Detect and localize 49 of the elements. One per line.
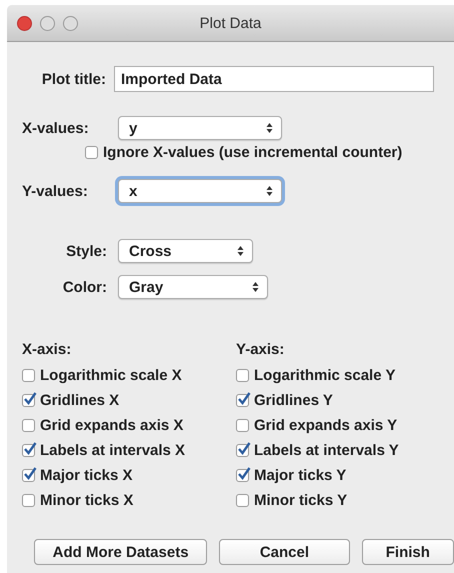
checkbox[interactable] bbox=[22, 419, 35, 432]
stepper-arrows-icon bbox=[237, 245, 244, 257]
checkbox-label: Minor ticks Y bbox=[254, 492, 348, 509]
field-label: Style: bbox=[65, 242, 107, 260]
checkbox-label: Gridlines X bbox=[40, 392, 120, 409]
stepper-arrows-icon bbox=[252, 281, 259, 293]
stepper-arrows-icon bbox=[266, 122, 273, 134]
dropdown[interactable]: x bbox=[118, 179, 282, 203]
close-button[interactable] bbox=[17, 16, 32, 30]
checkbox[interactable] bbox=[22, 494, 35, 507]
field-label: Y-values: bbox=[22, 182, 89, 200]
zoom-button[interactable] bbox=[63, 16, 78, 30]
dropdown[interactable]: y bbox=[118, 116, 282, 140]
checkbox[interactable] bbox=[236, 394, 250, 407]
field-label: Color: bbox=[62, 278, 107, 296]
dropdown[interactable]: Gray bbox=[118, 275, 268, 299]
checkbox-label: Labels at intervals Y bbox=[254, 442, 399, 459]
plot-title-field[interactable]: Imported Data bbox=[114, 66, 434, 92]
dropdown[interactable]: Cross bbox=[118, 239, 253, 263]
checkbox[interactable] bbox=[22, 469, 35, 482]
axis-heading: X-axis: bbox=[22, 340, 72, 360]
minimize-button[interactable] bbox=[40, 16, 55, 30]
checkbox[interactable] bbox=[22, 444, 35, 457]
checkbox[interactable] bbox=[236, 494, 250, 507]
field-label: Plot title: bbox=[40, 70, 106, 88]
checkbox[interactable] bbox=[85, 146, 98, 159]
checkbox[interactable] bbox=[236, 419, 250, 432]
checkbox[interactable] bbox=[22, 394, 35, 407]
field-label: X-values: bbox=[22, 120, 90, 136]
checkbox[interactable] bbox=[22, 369, 35, 382]
checkbox[interactable] bbox=[236, 369, 250, 382]
stepper-arrows-icon bbox=[266, 185, 273, 197]
dialog-button[interactable]: Cancel bbox=[219, 539, 350, 565]
checkbox-label: Grid expands axis X bbox=[40, 417, 184, 434]
checkbox-label: Major ticks Y bbox=[254, 467, 346, 484]
checkbox-label: Major ticks X bbox=[40, 467, 133, 484]
checkbox-label: Gridlines Y bbox=[254, 392, 333, 409]
checkbox[interactable] bbox=[236, 469, 250, 482]
checkbox-label: Logarithmic scale X bbox=[40, 367, 182, 384]
checkbox-label: Logarithmic scale Y bbox=[254, 367, 396, 384]
dialog-button[interactable]: Add More Datasets bbox=[34, 539, 208, 565]
dialog-button[interactable]: Finish bbox=[362, 539, 454, 565]
checkbox-label: Minor ticks X bbox=[40, 492, 134, 509]
checkbox-label: Grid expands axis Y bbox=[254, 417, 398, 434]
checkbox-label: Ignore X-values (use incremental counter) bbox=[103, 144, 402, 161]
checkbox[interactable] bbox=[236, 444, 250, 457]
checkbox-label: Labels at intervals X bbox=[40, 442, 186, 459]
axis-heading: Y-axis: bbox=[236, 340, 286, 360]
window-title: Plot Data bbox=[200, 14, 262, 32]
